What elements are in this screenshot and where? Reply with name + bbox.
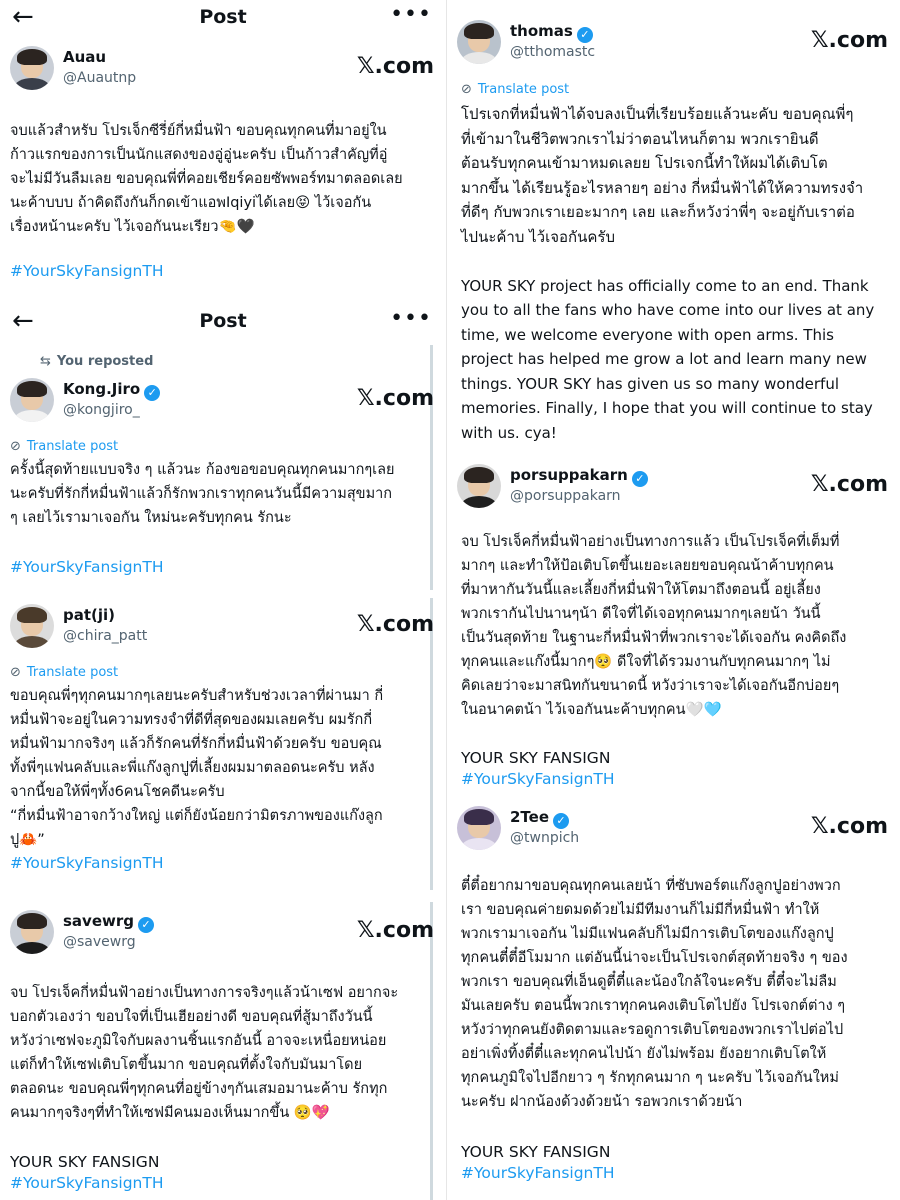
repost-label: You reposted xyxy=(56,354,154,369)
display-name[interactable]: porsuppakarn ✓ xyxy=(510,466,648,487)
display-name[interactable]: thomas ✓ xyxy=(510,22,593,43)
verified-badge-icon: ✓ xyxy=(144,385,161,401)
display-name-text: porsuppakarn xyxy=(510,466,628,484)
x-logo-icon: 𝕏.com xyxy=(356,386,434,411)
page-title: Post xyxy=(199,6,247,28)
translate-icon: ⊘ xyxy=(461,82,472,97)
post-card-kongjiro: ← Post ••• ⇆ You reposted Kong.Jiro ✓ @kon… xyxy=(0,300,446,590)
display-name-text: thomas xyxy=(510,22,573,40)
author-row[interactable]: 2Tee ✓ @twnpich 𝕏.com xyxy=(457,806,890,854)
post-card-porsuppakarn: porsuppakarn ✓ @porsuppakarn 𝕏.com จบ โปร… xyxy=(447,458,900,798)
post-text: โปรเจกที่หมื่นฟ้าได้จบลงเป็นที่เรียบร้อย… xyxy=(461,105,875,442)
author-row[interactable]: thomas ✓ @tthomastc 𝕏.com xyxy=(457,20,890,68)
translate-label: Translate post xyxy=(26,439,119,454)
post-header: ← Post ••• xyxy=(0,0,446,36)
display-name[interactable]: 2Tee ✓ xyxy=(510,808,570,829)
user-handle[interactable]: @savewrg xyxy=(63,934,136,950)
verified-badge-icon: ✓ xyxy=(576,27,593,43)
verified-badge-icon: ✓ xyxy=(138,917,154,933)
page-title: Post xyxy=(199,310,247,332)
avatar[interactable] xyxy=(10,378,54,422)
translate-icon: ⊘ xyxy=(10,665,21,680)
post-text: จบ โปรเจ็คกี่หมื่นฟ้าอย่างเป็นทางการจริง… xyxy=(10,985,399,1121)
post-card-auau: ← Post ••• Auau @Auautnp 𝕏.com จบแล้วสำห… xyxy=(0,0,446,298)
display-name-text: Kong.Jiro xyxy=(63,380,141,398)
post-card-2tee: 2Tee ✓ @twnpich 𝕏.com ตี๋ตี๋อยากมาขอบคุณท… xyxy=(447,802,900,1200)
author-row[interactable]: pat(ji) @chira_patt 𝕏.com xyxy=(10,604,436,652)
verified-badge-icon: ✓ xyxy=(553,813,570,829)
post-text: จบแล้วสำหรับ โปรเจ็กซีรี่ย์กี่หมื่นฟ้า ข… xyxy=(10,123,403,235)
right-column: thomas ✓ @tthomastc 𝕏.com ⊘ Translate post… xyxy=(446,0,900,1200)
hashtag-link[interactable]: #YourSkyFansignTH xyxy=(10,262,164,280)
avatar[interactable] xyxy=(457,464,501,508)
x-logo-icon: 𝕏.com xyxy=(356,918,434,943)
fansign-label: YOUR SKY FANSIGN xyxy=(461,749,611,767)
hashtag-link[interactable]: #YourSkyFansignTH xyxy=(10,854,164,872)
avatar[interactable] xyxy=(10,910,54,954)
user-handle[interactable]: @chira_patt xyxy=(63,628,147,644)
hashtag-link[interactable]: #YourSkyFansignTH xyxy=(461,1164,615,1182)
avatar[interactable] xyxy=(457,20,501,64)
post-card-savewrg: savewrg ✓ @savewrg 𝕏.com จบ โปรเจ็คกี่หมื… xyxy=(0,902,446,1200)
user-handle[interactable]: @porsuppakarn xyxy=(510,488,621,504)
repost-indicator: ⇆ You reposted xyxy=(40,354,153,369)
hashtag-link[interactable]: #YourSkyFansignTH xyxy=(10,1174,164,1192)
display-name[interactable]: Auau xyxy=(63,48,106,66)
translate-post-link[interactable]: ⊘ Translate post xyxy=(10,665,118,680)
user-handle[interactable]: @kongjiro_ xyxy=(63,402,140,418)
translate-label: Translate post xyxy=(26,665,119,680)
author-row[interactable]: Auau @Auautnp 𝕏.com xyxy=(10,46,436,94)
fansign-label: YOUR SKY FANSIGN xyxy=(10,1153,160,1171)
avatar[interactable] xyxy=(457,806,501,850)
post-text: ครั้งนี้สุดท้ายแบบจริง ๆ แล้วนะ ก้องขอขอ… xyxy=(10,462,395,526)
post-text: ขอบคุณพี่ๆทุกคนมากๆเลยนะครับสำหรับช่วงเว… xyxy=(10,688,384,848)
display-name-text: 2Tee xyxy=(510,808,550,826)
hashtag-link[interactable]: #YourSkyFansignTH xyxy=(461,770,615,788)
display-name[interactable]: Kong.Jiro ✓ xyxy=(63,380,161,401)
author-row[interactable]: savewrg ✓ @savewrg 𝕏.com xyxy=(10,910,436,958)
display-name[interactable]: savewrg ✓ xyxy=(63,912,154,933)
author-row[interactable]: porsuppakarn ✓ @porsuppakarn 𝕏.com xyxy=(457,464,890,512)
avatar[interactable] xyxy=(10,46,54,90)
more-options-icon[interactable]: ••• xyxy=(390,2,432,27)
x-logo-icon: 𝕏.com xyxy=(356,54,434,79)
post-text: จบ โปรเจ็คกี่หมื่นฟ้าอย่างเป็นทางการแล้ว… xyxy=(461,534,847,718)
author-row[interactable]: Kong.Jiro ✓ @kongjiro_ 𝕏.com xyxy=(10,378,436,426)
post-text: ตี๋ตี๋อยากมาขอบคุณทุกคนเลยน้า ที่ซับพอร์… xyxy=(461,878,848,1110)
more-options-icon[interactable]: ••• xyxy=(390,306,432,331)
translate-label: Translate post xyxy=(477,82,570,97)
post-header: ← Post ••• xyxy=(0,304,446,340)
user-handle[interactable]: @tthomastc xyxy=(510,44,595,60)
user-handle[interactable]: @twnpich xyxy=(510,830,579,846)
hashtag-link[interactable]: #YourSkyFansignTH xyxy=(10,558,164,576)
display-name-text: savewrg xyxy=(63,912,134,930)
x-logo-icon: 𝕏.com xyxy=(810,28,888,53)
post-card-thomas: thomas ✓ @tthomastc 𝕏.com ⊘ Translate post… xyxy=(447,0,900,452)
translate-post-link[interactable]: ⊘ Translate post xyxy=(10,439,118,454)
fansign-label: YOUR SKY FANSIGN xyxy=(461,1143,611,1161)
x-logo-icon: 𝕏.com xyxy=(810,814,888,839)
translate-post-link[interactable]: ⊘ Translate post xyxy=(461,82,569,97)
post-card-patji: pat(ji) @chira_patt 𝕏.com ⊘ Translate pos… xyxy=(0,598,446,890)
x-logo-icon: 𝕏.com xyxy=(356,612,434,637)
left-column: ← Post ••• Auau @Auautnp 𝕏.com จบแล้วสำห… xyxy=(0,0,446,1200)
x-logo-icon: 𝕏.com xyxy=(810,472,888,497)
avatar[interactable] xyxy=(10,604,54,648)
display-name[interactable]: pat(ji) xyxy=(63,606,115,624)
translate-icon: ⊘ xyxy=(10,439,21,454)
user-handle[interactable]: @Auautnp xyxy=(63,70,136,86)
repost-icon: ⇆ xyxy=(40,354,51,369)
verified-badge-icon: ✓ xyxy=(631,471,648,487)
